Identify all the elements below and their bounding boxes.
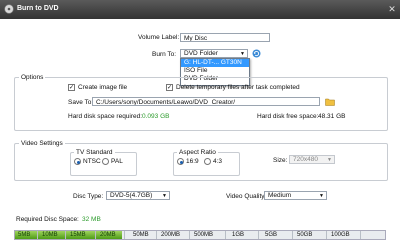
space-bar-divider: [189, 231, 190, 239]
chevron-down-icon: ▼: [319, 193, 324, 199]
ratio-16-9-radio[interactable]: [177, 158, 184, 165]
space-tick: 5GB: [265, 232, 278, 238]
refresh-icon[interactable]: [252, 49, 261, 58]
title-bar: Burn to DVD ✕: [0, 0, 400, 19]
space-tick: 200MB: [161, 232, 181, 238]
video-quality-label: Video Quality:: [226, 193, 267, 200]
space-required-value: 0.093 GB: [142, 113, 170, 120]
save-to-label: Save To:: [68, 99, 94, 106]
delete-temp-checkbox[interactable]: ✓: [166, 84, 173, 91]
space-bar-divider: [156, 231, 157, 239]
options-legend: Options: [19, 74, 46, 81]
checkmark-icon: ✓: [167, 85, 173, 91]
space-tick: 50MB: [133, 232, 149, 238]
save-to-input[interactable]: C:/Users/sony/Documents/Leawo/DVD_Creato…: [92, 97, 320, 106]
space-tick: 500MB: [194, 232, 214, 238]
video-quality-value: Medium: [268, 192, 292, 199]
space-tick: 20MB: [100, 232, 116, 238]
create-image-label: Create image file: [78, 84, 128, 91]
space-tick: 15MB: [70, 232, 86, 238]
burn-to-select[interactable]: DVD Folder ▼: [180, 49, 248, 58]
ratio-4-3-label: 4:3: [213, 158, 223, 165]
chevron-down-icon: ▼: [327, 157, 332, 163]
burn-to-selected: DVD Folder: [184, 50, 218, 57]
disc-type-select[interactable]: DVD-5(4.7GB) ▼: [106, 191, 170, 200]
space-required-label: Hard disk space required:: [68, 113, 143, 120]
pal-radio[interactable]: [102, 158, 109, 165]
space-tick: 10MB: [42, 232, 58, 238]
space-bar-divider: [95, 231, 96, 239]
app-icon: [4, 4, 14, 14]
ntsc-label: NTSC: [83, 158, 101, 165]
space-tick: 5MB: [18, 232, 31, 238]
size-value: 720x480: [293, 156, 318, 163]
close-icon[interactable]: ✕: [387, 4, 397, 14]
tv-standard-legend: TV Standard: [74, 149, 115, 156]
volume-label-input[interactable]: My Disc: [180, 33, 270, 42]
space-bar-divider: [360, 231, 361, 239]
create-image-checkbox[interactable]: ✓: [68, 84, 75, 91]
space-bar-divider: [258, 231, 259, 239]
space-bar-divider: [37, 231, 38, 239]
disc-type-value: DVD-5(4.7GB): [110, 192, 153, 199]
size-label: Size:: [273, 157, 288, 164]
dropdown-option[interactable]: G: HL-DT-... GT30N: [181, 59, 249, 67]
ratio-4-3-radio[interactable]: [204, 158, 211, 165]
space-bar-divider: [292, 231, 293, 239]
space-tick: 100GB: [331, 232, 350, 238]
video-quality-select[interactable]: Medium ▼: [264, 191, 327, 200]
aspect-ratio-legend: Aspect Ratio: [177, 149, 218, 156]
required-disc-space-value: 32 MB: [82, 216, 101, 223]
window-title: Burn to DVD: [17, 5, 59, 12]
required-disc-space-label: Required Disc Space:: [16, 216, 79, 223]
space-bar-divider: [124, 231, 125, 239]
delete-temp-label: Delete temporary files after task comple…: [176, 84, 300, 91]
space-bar-divider: [326, 231, 327, 239]
space-tick: 50GB: [297, 232, 313, 238]
space-bar-divider: [65, 231, 66, 239]
dropdown-option[interactable]: ISO File: [181, 67, 249, 75]
burn-to-label: Burn To:: [152, 51, 177, 58]
space-bar-divider: [225, 231, 226, 239]
size-select: 720x480 ▼: [289, 155, 335, 164]
ntsc-radio[interactable]: [74, 158, 81, 165]
disc-type-label: Disc Type:: [73, 193, 104, 200]
ratio-16-9-label: 16:9: [186, 158, 199, 165]
free-space-value: 48.31 GB: [318, 113, 346, 120]
chevron-down-icon: ▼: [240, 51, 245, 57]
folder-icon[interactable]: [325, 97, 335, 106]
space-tick: 1GB: [232, 232, 245, 238]
pal-label: PAL: [111, 158, 123, 165]
free-space-label: Hard disk free space:: [257, 113, 319, 120]
volume-label-label: Volume Label:: [138, 34, 180, 41]
video-settings-legend: Video Settings: [19, 140, 65, 147]
chevron-down-icon: ▼: [162, 193, 167, 199]
checkmark-icon: ✓: [69, 85, 75, 91]
